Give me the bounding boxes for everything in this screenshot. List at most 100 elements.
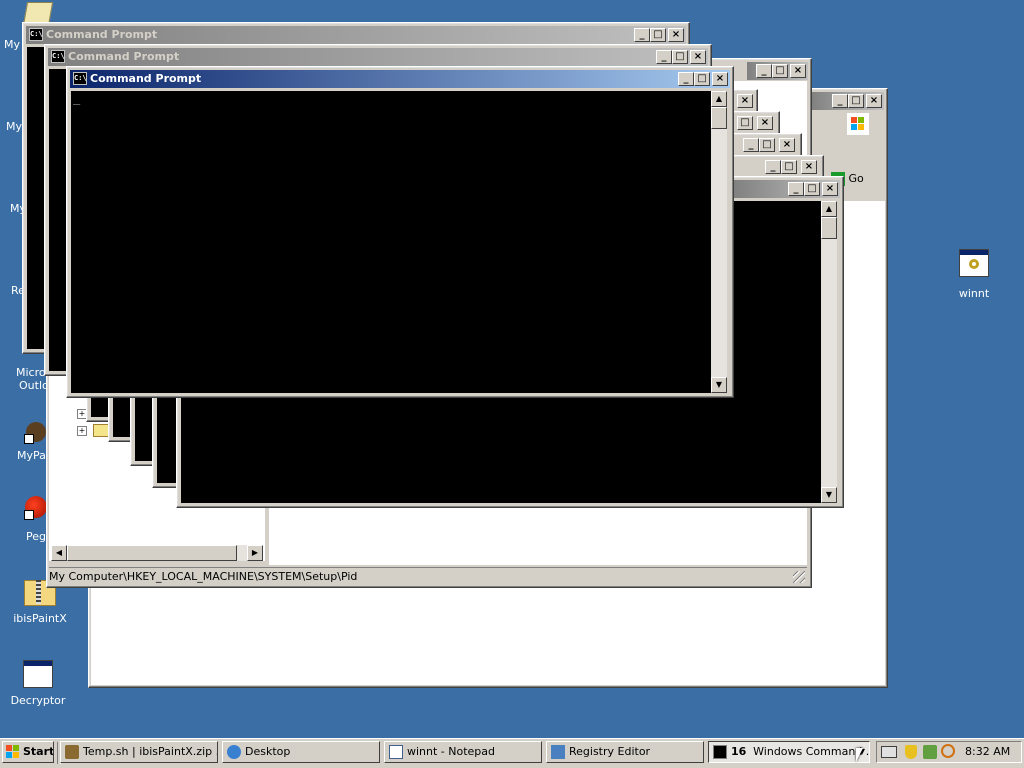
- explorer-icon: [227, 745, 241, 759]
- console-area[interactable]: _: [71, 91, 711, 393]
- keyboard-icon[interactable]: [881, 746, 897, 758]
- desktop-icon-label: Micro: [16, 366, 46, 379]
- minimize-button[interactable]: _: [765, 160, 781, 174]
- horizontal-scrollbar[interactable]: ◀ ▶: [51, 545, 263, 561]
- scroll-down-button[interactable]: ▼: [711, 377, 727, 393]
- close-button[interactable]: ×: [757, 116, 773, 130]
- network-icon[interactable]: [923, 745, 937, 759]
- maximize-button[interactable]: □: [848, 94, 864, 108]
- registry-title-bar[interactable]: _ □ ×: [747, 62, 808, 80]
- cmd-title: Command Prompt: [90, 72, 202, 85]
- close-button[interactable]: ×: [668, 28, 684, 42]
- desktop-icon-label: ibisPaintX: [13, 612, 67, 625]
- taskbar-item-label: winnt - Notepad: [407, 745, 496, 758]
- system-tray: 8:32 AM: [876, 741, 1022, 763]
- clock[interactable]: 8:32 AM: [965, 745, 1010, 758]
- resize-grip-icon[interactable]: [793, 571, 805, 583]
- desktop-icon-label: My: [6, 120, 23, 133]
- minimize-button[interactable]: _: [743, 138, 759, 152]
- maximize-button[interactable]: □: [804, 182, 820, 196]
- maximize-button[interactable]: □: [759, 138, 775, 152]
- zipper-icon: [36, 580, 41, 604]
- minimize-button[interactable]: _: [634, 28, 650, 42]
- desktop-icon-my-network[interactable]: My: [0, 200, 26, 220]
- text-cursor: _: [73, 91, 81, 105]
- notepad-icon: [389, 745, 403, 759]
- desktop-icon-my-computer[interactable]: My: [0, 118, 22, 138]
- maximize-button[interactable]: □: [672, 50, 688, 64]
- vertical-scrollbar[interactable]: ▲ ▼: [821, 201, 837, 503]
- desktop-icon-pegasus[interactable]: Peg: [0, 496, 48, 546]
- taskbar-item-registry-editor[interactable]: Registry Editor: [546, 741, 704, 763]
- minimize-button[interactable]: _: [678, 72, 694, 86]
- cmd-icon: C:\: [73, 72, 87, 85]
- minimize-button[interactable]: _: [832, 94, 848, 108]
- taskbar-group-command-prompt[interactable]: 16 Windows Command ... ▼: [708, 741, 870, 763]
- cmd-icon: C:\: [51, 50, 65, 63]
- search-icon[interactable]: [941, 744, 955, 758]
- desktop-icon-recycle-bin[interactable]: Re: [0, 282, 25, 302]
- desktop-icon-label: winnt: [958, 287, 990, 300]
- close-button[interactable]: ×: [801, 160, 817, 174]
- minimize-button[interactable]: _: [656, 50, 672, 64]
- maximize-button[interactable]: □: [772, 64, 788, 78]
- taskbar-item-desktop[interactable]: Desktop: [222, 741, 380, 763]
- minimize-button[interactable]: _: [788, 182, 804, 196]
- shortcut-arrow-icon: [24, 510, 34, 520]
- vertical-scrollbar[interactable]: ▲ ▼: [711, 91, 727, 393]
- registry-editor-icon: [551, 745, 565, 759]
- start-button[interactable]: Start: [2, 741, 54, 763]
- desktop-icon-label-2: Outlo: [19, 379, 49, 392]
- cascade-window[interactable]: □ ×: [730, 111, 780, 135]
- scroll-left-button[interactable]: ◀: [51, 545, 67, 561]
- browser-icon: [65, 745, 79, 759]
- scroll-thumb[interactable]: [711, 107, 727, 129]
- scroll-up-button[interactable]: ▲: [711, 91, 727, 107]
- command-prompt-window-active[interactable]: C:\ Command Prompt _ □ × _ ▲ ▼: [66, 66, 734, 398]
- close-button[interactable]: ×: [737, 94, 753, 108]
- cmd-title-bar[interactable]: C:\ Command Prompt _ □ ×: [48, 48, 708, 66]
- maximize-button[interactable]: □: [781, 160, 797, 174]
- scroll-right-button[interactable]: ▶: [247, 545, 263, 561]
- minimize-button[interactable]: _: [756, 64, 772, 78]
- maximize-button[interactable]: □: [737, 116, 753, 130]
- desktop-icon-label: My: [4, 38, 21, 51]
- cascade-window[interactable]: ×: [730, 89, 758, 113]
- maximize-button[interactable]: □: [694, 72, 710, 86]
- taskbar-item-label: Desktop: [245, 745, 291, 758]
- horizontal-thumb[interactable]: [67, 545, 237, 561]
- taskbar-item-label: Registry Editor: [569, 745, 651, 758]
- windows-flag-icon: [6, 745, 20, 759]
- close-button[interactable]: ×: [779, 138, 795, 152]
- desktop-icon-label: Peg: [26, 530, 46, 543]
- go-label: Go: [848, 172, 864, 185]
- security-shield-icon[interactable]: [905, 745, 917, 759]
- maximize-button[interactable]: □: [650, 28, 666, 42]
- desktop-icon-mypaint[interactable]: MyPa: [0, 418, 48, 468]
- browser-title-bar[interactable]: _ □ ×: [811, 92, 884, 110]
- tree-expand-icon[interactable]: +: [77, 426, 87, 436]
- status-bar: My Computer\HKEY_LOCAL_MACHINE\SYSTEM\Se…: [49, 567, 807, 586]
- cmd-title-bar[interactable]: C:\ Command Prompt _ □ ×: [26, 26, 686, 44]
- desktop-icon-label: Decryptor: [10, 694, 66, 707]
- close-button[interactable]: ×: [690, 50, 706, 64]
- scroll-down-button[interactable]: ▼: [821, 487, 837, 503]
- taskbar-item-temp-sh[interactable]: Temp.sh | ibisPaintX.zip ...: [60, 741, 218, 763]
- cmd-icon: C:\: [29, 28, 43, 41]
- cascade-window[interactable]: _ □ ×: [730, 133, 802, 157]
- close-button[interactable]: ×: [866, 94, 882, 108]
- status-path: My Computer\HKEY_LOCAL_MACHINE\SYSTEM\Se…: [49, 570, 358, 583]
- desktop-icon-outlook[interactable]: Micro Outlo: [0, 364, 49, 396]
- cmd-title-bar[interactable]: _ □ ×: [733, 180, 840, 198]
- taskbar-item-notepad[interactable]: winnt - Notepad: [384, 741, 542, 763]
- cmd-title-bar[interactable]: C:\ Command Prompt _ □ ×: [70, 70, 730, 88]
- taskbar-item-label: Windows Command ...: [753, 745, 870, 758]
- close-button[interactable]: ×: [822, 182, 838, 196]
- close-button[interactable]: ×: [712, 72, 728, 86]
- cmd-title: Command Prompt: [46, 28, 158, 41]
- close-button[interactable]: ×: [790, 64, 806, 78]
- scroll-up-button[interactable]: ▲: [821, 201, 837, 217]
- settings-file-icon: [959, 249, 989, 277]
- scroll-thumb[interactable]: [821, 217, 837, 239]
- shortcut-arrow-icon: [24, 434, 34, 444]
